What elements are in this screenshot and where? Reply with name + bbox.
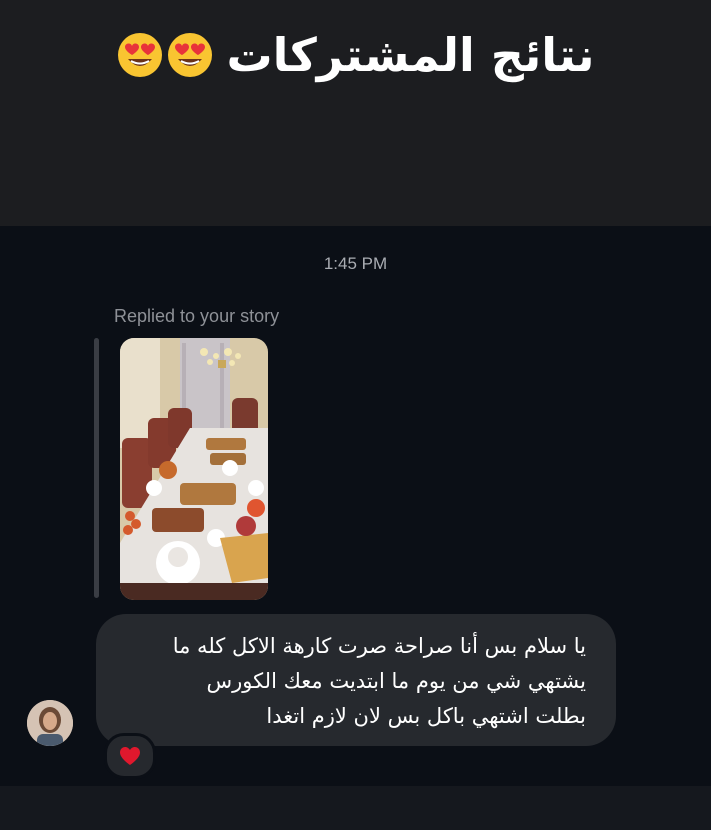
emoji-group xyxy=(116,31,214,79)
banner-title-row: نتائج المشتركات xyxy=(0,28,711,82)
message-line: يا سلام بس أنا صراحة صرت كارهة الاكل كله… xyxy=(172,634,586,658)
header-banner: نتائج المشتركات xyxy=(0,0,711,226)
red-heart-icon xyxy=(120,747,140,765)
chat-thread[interactable]: 1:45 PM Replied to your story يا سلام بس… xyxy=(0,226,711,786)
story-thumbnail[interactable] xyxy=(120,338,268,600)
message-bubble[interactable]: يا سلام بس أنا صراحة صرت كارهة الاكل كله… xyxy=(96,614,616,746)
message-line: يشتهي شي من يوم ما ابتديت معك الكورس xyxy=(206,669,586,693)
avatar-photo xyxy=(27,700,73,746)
reaction-badge[interactable] xyxy=(104,733,156,779)
replied-to-story-label: Replied to your story xyxy=(114,306,280,326)
message-timestamp: 1:45 PM xyxy=(323,254,388,273)
reply-quote-bar xyxy=(94,338,99,598)
heart-eyes-emoji-icon xyxy=(168,33,213,77)
dinner-table-photo xyxy=(120,338,268,600)
message-line: بطلت اشتهي باكل بس لان لازم اتغدا xyxy=(266,704,586,728)
banner-title: نتائج المشتركات xyxy=(226,28,595,82)
sender-avatar[interactable] xyxy=(27,700,73,746)
bottom-strip xyxy=(0,786,711,830)
heart-eyes-emoji-icon xyxy=(118,33,163,77)
